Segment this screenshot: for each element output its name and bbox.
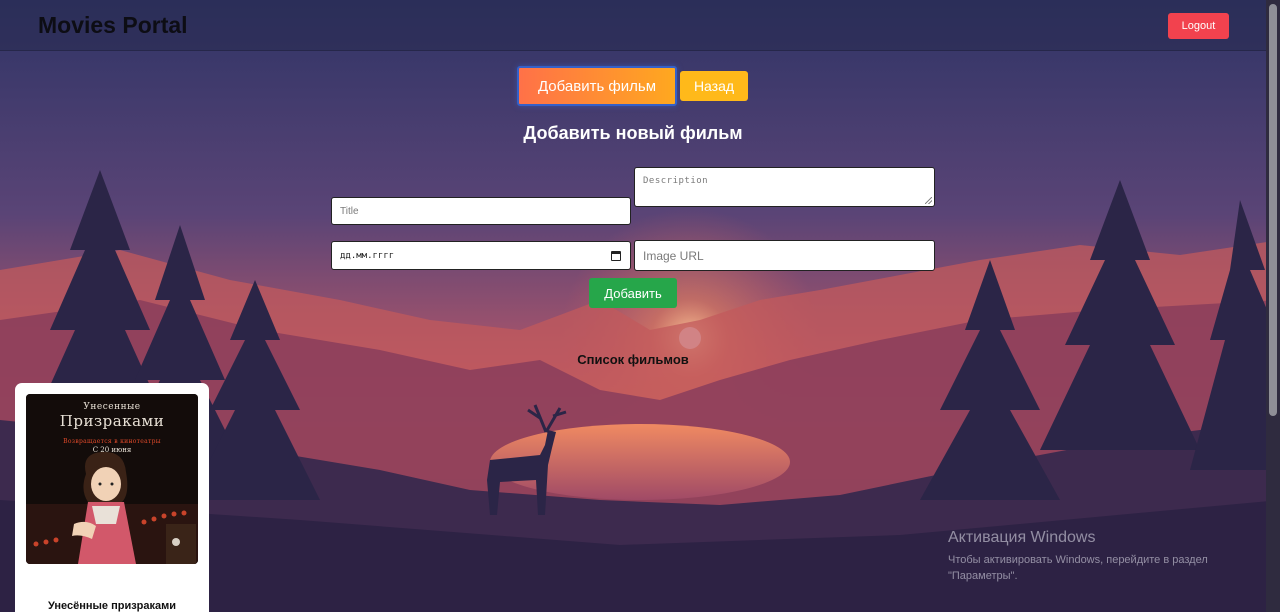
movie-card[interactable]: Унесенные Призраками Возвращается в кино… bbox=[15, 383, 209, 612]
poster-subtitle: Возвращается в кинотеатры bbox=[63, 438, 161, 445]
title-input[interactable]: Title bbox=[331, 197, 631, 225]
poster-title-bottom: Призраками bbox=[59, 412, 165, 430]
windows-activation-line1: Чтобы активировать Windows, перейдите в … bbox=[948, 554, 1208, 566]
windows-activation-text: Чтобы активировать Windows, перейдите в … bbox=[948, 552, 1248, 584]
page-scrollbar[interactable] bbox=[1266, 0, 1280, 612]
resize-handle-icon[interactable] bbox=[925, 197, 932, 204]
scrollbar-thumb[interactable] bbox=[1269, 4, 1277, 416]
date-placeholder: дд.мм.гггг bbox=[340, 251, 395, 261]
image-url-input[interactable]: Image URL bbox=[634, 240, 935, 271]
title-placeholder: Title bbox=[340, 206, 359, 217]
windows-activation-line2: "Параметры". bbox=[948, 570, 1018, 582]
submit-add-button[interactable]: Добавить bbox=[589, 278, 677, 308]
windows-activation-title: Активация Windows bbox=[948, 529, 1096, 546]
logout-button[interactable]: Logout bbox=[1168, 13, 1229, 39]
top-navbar: Movies Portal Logout bbox=[0, 0, 1266, 51]
movie-poster: Унесенные Призраками Возвращается в кино… bbox=[26, 394, 198, 564]
description-textarea[interactable]: Description bbox=[634, 167, 935, 207]
brand-title[interactable]: Movies Portal bbox=[38, 12, 188, 39]
release-date-input[interactable]: дд.мм.гггг bbox=[331, 241, 631, 270]
movie-list-heading: Список фильмов bbox=[577, 352, 689, 367]
calendar-icon[interactable] bbox=[611, 251, 621, 261]
add-movie-toggle-button[interactable]: Добавить фильм bbox=[517, 66, 677, 106]
description-placeholder: Description bbox=[643, 176, 709, 186]
movie-title: Унесённые призраками bbox=[47, 600, 177, 612]
back-button[interactable]: Назад bbox=[680, 71, 748, 101]
add-movie-form-title: Добавить новый фильм bbox=[523, 123, 743, 143]
poster-title: Унесенные Призраками bbox=[26, 402, 198, 430]
poster-date: С 20 июня bbox=[92, 446, 132, 454]
image-url-placeholder: Image URL bbox=[643, 249, 704, 263]
